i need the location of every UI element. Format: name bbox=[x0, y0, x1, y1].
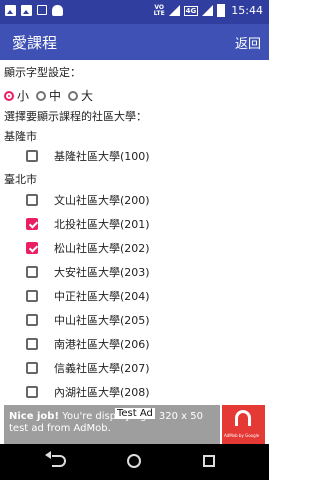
image-notification-icon bbox=[21, 5, 32, 16]
cell-signal-icon bbox=[202, 5, 214, 16]
android-notification-icon bbox=[52, 5, 63, 16]
university-item[interactable]: 內湖社區大學(208) bbox=[26, 381, 256, 403]
university-item[interactable]: 中正社區大學(204) bbox=[26, 285, 256, 307]
university-name: 松山社區大學(202) bbox=[54, 242, 150, 255]
university-item[interactable]: 南港社區大學(206) bbox=[26, 333, 256, 355]
university-name: 北投社區大學(201) bbox=[54, 218, 150, 231]
university-name: 信義社區大學(207) bbox=[54, 362, 150, 375]
university-checkbox[interactable] bbox=[26, 362, 38, 374]
test-ad-badge: Test Ad bbox=[115, 408, 155, 419]
university-checkbox[interactable] bbox=[26, 266, 38, 278]
university-item[interactable]: 基隆社區大學(100) bbox=[26, 145, 256, 167]
status-time: 15:44 bbox=[231, 4, 263, 17]
font-size-small-radio[interactable] bbox=[4, 90, 14, 101]
university-item[interactable]: 大安社區大學(203) bbox=[26, 261, 256, 283]
university-name: 基隆社區大學(100) bbox=[54, 150, 150, 163]
ad-cta-label: AdMob by Google bbox=[224, 433, 260, 438]
university-item[interactable]: 信義社區大學(207) bbox=[26, 357, 256, 379]
ad-title: Nice job! bbox=[9, 411, 60, 422]
university-name: 中正社區大學(204) bbox=[54, 290, 150, 303]
university-name: 大安社區大學(203) bbox=[54, 266, 150, 279]
gallery-notification-icon bbox=[5, 5, 16, 16]
university-checkbox-checked[interactable] bbox=[26, 218, 38, 230]
select-university-label: 選擇要顯示課程的社區大學： bbox=[4, 110, 147, 123]
city-header-taipei: 臺北市 bbox=[4, 173, 37, 186]
app-bar: 愛課程 返回 bbox=[0, 24, 269, 60]
home-icon[interactable] bbox=[127, 454, 141, 468]
wifi-signal-icon bbox=[168, 5, 180, 16]
status-bar: VO LTE 4G 15:44 bbox=[0, 0, 269, 24]
university-checkbox-checked[interactable] bbox=[26, 242, 38, 254]
university-checkbox[interactable] bbox=[26, 194, 38, 206]
university-item[interactable]: 北投社區大學(201) bbox=[26, 213, 256, 235]
font-size-medium-label[interactable]: 中 bbox=[49, 87, 61, 104]
university-checkbox[interactable] bbox=[26, 386, 38, 398]
recent-apps-icon[interactable] bbox=[203, 455, 215, 467]
font-setting-label: 顯示字型設定： bbox=[4, 66, 81, 79]
university-item[interactable]: 中山社區大學(205) bbox=[26, 309, 256, 331]
university-item[interactable]: 松山社區大學(202) bbox=[26, 237, 256, 259]
ad-cta-button[interactable]: AdMob by Google bbox=[222, 405, 265, 444]
university-checkbox[interactable] bbox=[26, 290, 38, 302]
university-item[interactable]: 文山社區大學(200) bbox=[26, 189, 256, 211]
screenshot-notification-icon bbox=[37, 5, 47, 15]
university-checkbox[interactable] bbox=[26, 314, 38, 326]
network-type-badge: 4G bbox=[183, 5, 199, 16]
ad-banner[interactable]: Nice job! You're displaying a 320 x 50 t… bbox=[0, 405, 269, 444]
university-name: 南港社區大學(206) bbox=[54, 338, 150, 351]
font-size-small-label[interactable]: 小 bbox=[17, 87, 29, 104]
font-size-radio-group: 小 中 大 bbox=[4, 87, 100, 104]
back-icon[interactable] bbox=[45, 451, 66, 467]
volte-indicator: VO LTE bbox=[153, 3, 165, 17]
battery-icon bbox=[217, 4, 226, 17]
app-title: 愛課程 bbox=[12, 34, 58, 52]
admob-logo-icon bbox=[235, 410, 251, 426]
font-size-large-radio[interactable] bbox=[68, 90, 79, 101]
back-button[interactable]: 返回 bbox=[235, 33, 261, 52]
font-size-large-label[interactable]: 大 bbox=[81, 87, 93, 104]
university-name: 內湖社區大學(208) bbox=[54, 386, 150, 399]
university-name: 文山社區大學(200) bbox=[54, 194, 150, 207]
system-nav-bar bbox=[0, 444, 269, 480]
university-checkbox[interactable] bbox=[26, 338, 38, 350]
university-name: 中山社區大學(205) bbox=[54, 314, 150, 327]
city-header-keelung: 基隆市 bbox=[4, 130, 37, 143]
font-size-medium-radio[interactable] bbox=[36, 90, 47, 101]
university-checkbox[interactable] bbox=[26, 150, 38, 162]
ad-text[interactable]: Nice job! You're displaying a 320 x 50 t… bbox=[9, 411, 219, 435]
